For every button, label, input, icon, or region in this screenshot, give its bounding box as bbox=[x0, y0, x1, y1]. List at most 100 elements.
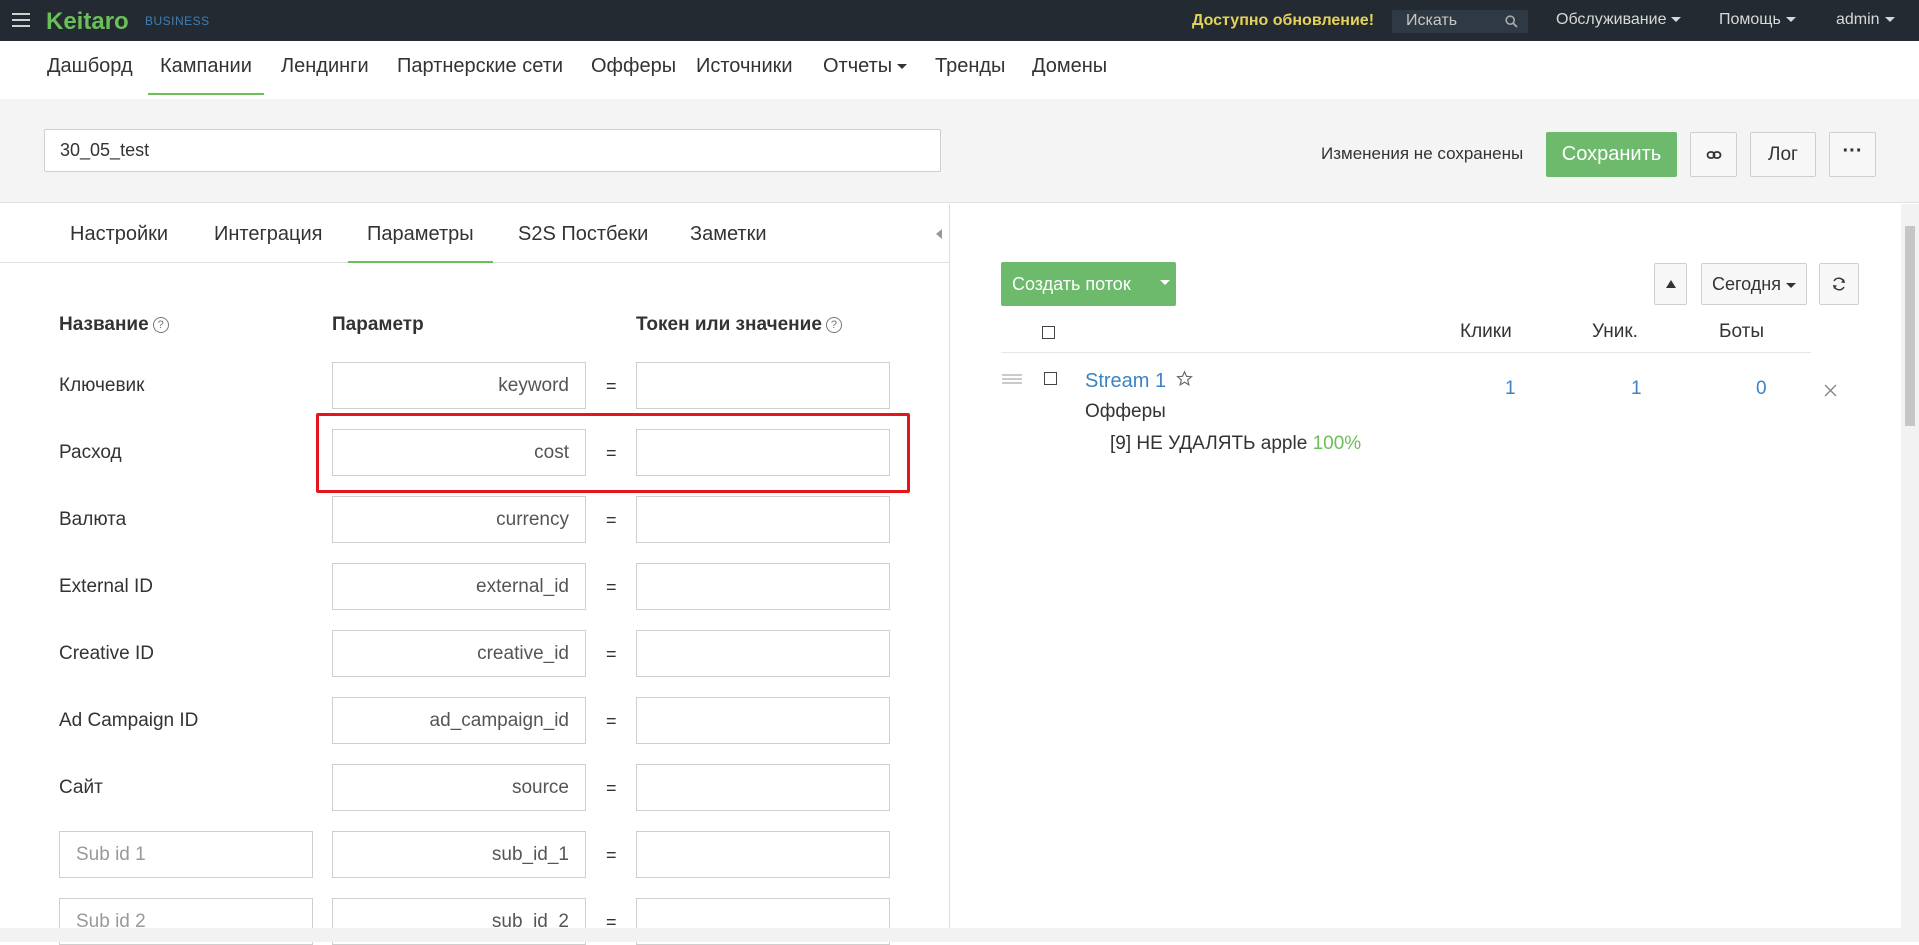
param-input[interactable]: keyword bbox=[332, 362, 586, 409]
param-name: Ad Campaign ID bbox=[59, 710, 199, 731]
log-button[interactable]: Лог bbox=[1750, 132, 1816, 177]
settings-tabs: Настройки Интеграция Параметры S2S Постб… bbox=[0, 204, 950, 263]
streams-panel: Создать поток Сегодня Клики Уник. Боты S… bbox=[951, 204, 1901, 928]
token-input[interactable] bbox=[636, 831, 890, 878]
column-header-token-label: Токен или значение bbox=[636, 314, 822, 335]
service-menu-label: Обслуживание bbox=[1556, 11, 1667, 28]
param-input[interactable]: currency bbox=[332, 496, 586, 543]
scrollbar-thumb[interactable] bbox=[1905, 226, 1915, 426]
drag-handle-icon[interactable] bbox=[1002, 374, 1022, 384]
nav-item-dashboard[interactable]: Дашборд bbox=[47, 55, 133, 95]
nav-item-sources[interactable]: Источники bbox=[696, 55, 793, 95]
unsaved-changes-label: Изменения не сохранены bbox=[1321, 144, 1524, 163]
token-input[interactable] bbox=[636, 362, 890, 409]
help-icon[interactable]: ? bbox=[152, 316, 169, 333]
triangle-up-icon bbox=[1665, 280, 1676, 288]
unique-value[interactable]: 1 bbox=[1631, 378, 1642, 400]
clicks-value[interactable]: 1 bbox=[1505, 378, 1516, 400]
save-button[interactable]: Сохранить bbox=[1546, 132, 1677, 177]
column-header-unique: Уник. bbox=[1592, 321, 1638, 342]
nav-item-trends[interactable]: Тренды bbox=[935, 55, 1005, 95]
nav-item-offers[interactable]: Офферы bbox=[591, 55, 676, 95]
token-input[interactable] bbox=[636, 764, 890, 811]
hamburger-menu-icon[interactable] bbox=[12, 13, 30, 27]
nav-item-campaigns[interactable]: Кампании bbox=[148, 55, 264, 95]
select-all-checkbox[interactable] bbox=[1042, 326, 1055, 339]
token-input[interactable] bbox=[636, 496, 890, 543]
campaign-header: Изменения не сохранены Сохранить Лог ··· bbox=[0, 99, 1919, 203]
param-input[interactable]: creative_id bbox=[332, 630, 586, 677]
tab-notes[interactable]: Заметки bbox=[690, 223, 767, 263]
top-bar: Keitaro BUSINESS Доступно обновление! Ис… bbox=[0, 0, 1919, 41]
nav-item-affiliate-networks[interactable]: Партнерские сети bbox=[397, 55, 563, 95]
param-input[interactable]: source bbox=[332, 764, 586, 811]
update-available-link[interactable]: Доступно обновление! bbox=[1192, 12, 1374, 30]
token-input[interactable] bbox=[636, 630, 890, 677]
bots-value[interactable]: 0 bbox=[1756, 378, 1767, 400]
edition-label: BUSINESS bbox=[145, 14, 210, 28]
param-name: Creative ID bbox=[59, 643, 155, 664]
nav-item-domains[interactable]: Домены bbox=[1032, 55, 1107, 95]
param-name: Валюта bbox=[59, 509, 127, 530]
param-name: Ключевик bbox=[59, 375, 145, 396]
more-icon: ··· bbox=[1842, 140, 1863, 162]
param-input[interactable]: sub_id_1 bbox=[332, 831, 586, 878]
chevron-down-icon bbox=[1786, 282, 1796, 288]
divider bbox=[1001, 352, 1811, 353]
nav-item-reports-label: Отчеты bbox=[823, 55, 893, 77]
service-menu[interactable]: Обслуживание bbox=[1556, 11, 1682, 29]
offers-label: Офферы bbox=[1085, 401, 1166, 422]
param-input[interactable]: ad_campaign_id bbox=[332, 697, 586, 744]
campaign-settings-panel: Настройки Интеграция Параметры S2S Постб… bbox=[0, 204, 950, 945]
tabs-scroll-left-icon[interactable] bbox=[936, 229, 942, 239]
help-menu-label: Помощь bbox=[1719, 11, 1781, 28]
nav-item-reports[interactable]: Отчеты bbox=[823, 55, 908, 95]
column-header-param: Параметр bbox=[332, 314, 424, 335]
stream-checkbox[interactable] bbox=[1044, 372, 1057, 385]
user-menu[interactable]: admin bbox=[1836, 11, 1895, 29]
user-menu-label: admin bbox=[1836, 11, 1880, 28]
star-icon[interactable] bbox=[1176, 370, 1193, 387]
app-logo[interactable]: Keitaro bbox=[46, 8, 129, 36]
help-icon[interactable]: ? bbox=[825, 316, 842, 333]
column-header-bots: Боты bbox=[1719, 321, 1764, 342]
stream-name-link[interactable]: Stream 1 bbox=[1085, 370, 1166, 393]
refresh-icon bbox=[1833, 277, 1845, 291]
create-stream-button[interactable]: Создать поток bbox=[1001, 262, 1176, 306]
equals-sign: = bbox=[606, 577, 617, 597]
equals-sign: = bbox=[606, 845, 617, 865]
refresh-button[interactable] bbox=[1819, 263, 1859, 305]
param-name: Расход bbox=[59, 442, 122, 463]
equals-sign: = bbox=[606, 644, 617, 664]
custom-param-name-input[interactable]: Sub id 1 bbox=[59, 831, 313, 878]
param-input[interactable]: external_id bbox=[332, 563, 586, 610]
nav-item-landings[interactable]: Лендинги bbox=[281, 55, 369, 95]
tab-s2s-postbacks[interactable]: S2S Постбеки bbox=[518, 223, 648, 263]
period-label: Сегодня bbox=[1712, 274, 1781, 294]
horizontal-scrollbar[interactable] bbox=[0, 928, 1919, 942]
offer-share: 100% bbox=[1312, 433, 1362, 454]
tab-settings[interactable]: Настройки bbox=[70, 223, 168, 263]
main-nav: Дашборд Кампании Лендинги Партнерские се… bbox=[0, 41, 1919, 99]
period-dropdown[interactable]: Сегодня bbox=[1701, 263, 1807, 305]
equals-sign: = bbox=[606, 510, 617, 530]
link-icon bbox=[1706, 151, 1721, 159]
collapse-button[interactable] bbox=[1654, 263, 1687, 305]
chevron-down-icon bbox=[1884, 17, 1895, 23]
highlight-box bbox=[316, 413, 910, 493]
token-input[interactable] bbox=[636, 563, 890, 610]
help-menu[interactable]: Помощь bbox=[1719, 11, 1796, 29]
chevron-down-icon[interactable] bbox=[1160, 280, 1170, 285]
campaign-name-input[interactable] bbox=[44, 129, 941, 172]
close-icon[interactable] bbox=[1824, 384, 1837, 397]
equals-sign: = bbox=[606, 376, 617, 396]
more-options-button[interactable]: ··· bbox=[1829, 132, 1876, 177]
tab-parameters[interactable]: Параметры bbox=[348, 223, 493, 263]
search-input[interactable]: Искать bbox=[1392, 10, 1528, 33]
vertical-scrollbar[interactable] bbox=[1901, 204, 1919, 928]
tab-integration[interactable]: Интеграция bbox=[214, 223, 322, 263]
token-input[interactable] bbox=[636, 697, 890, 744]
create-stream-label: Создать поток bbox=[1012, 274, 1131, 294]
column-header-clicks: Клики bbox=[1460, 321, 1512, 342]
link-button[interactable] bbox=[1690, 132, 1737, 177]
